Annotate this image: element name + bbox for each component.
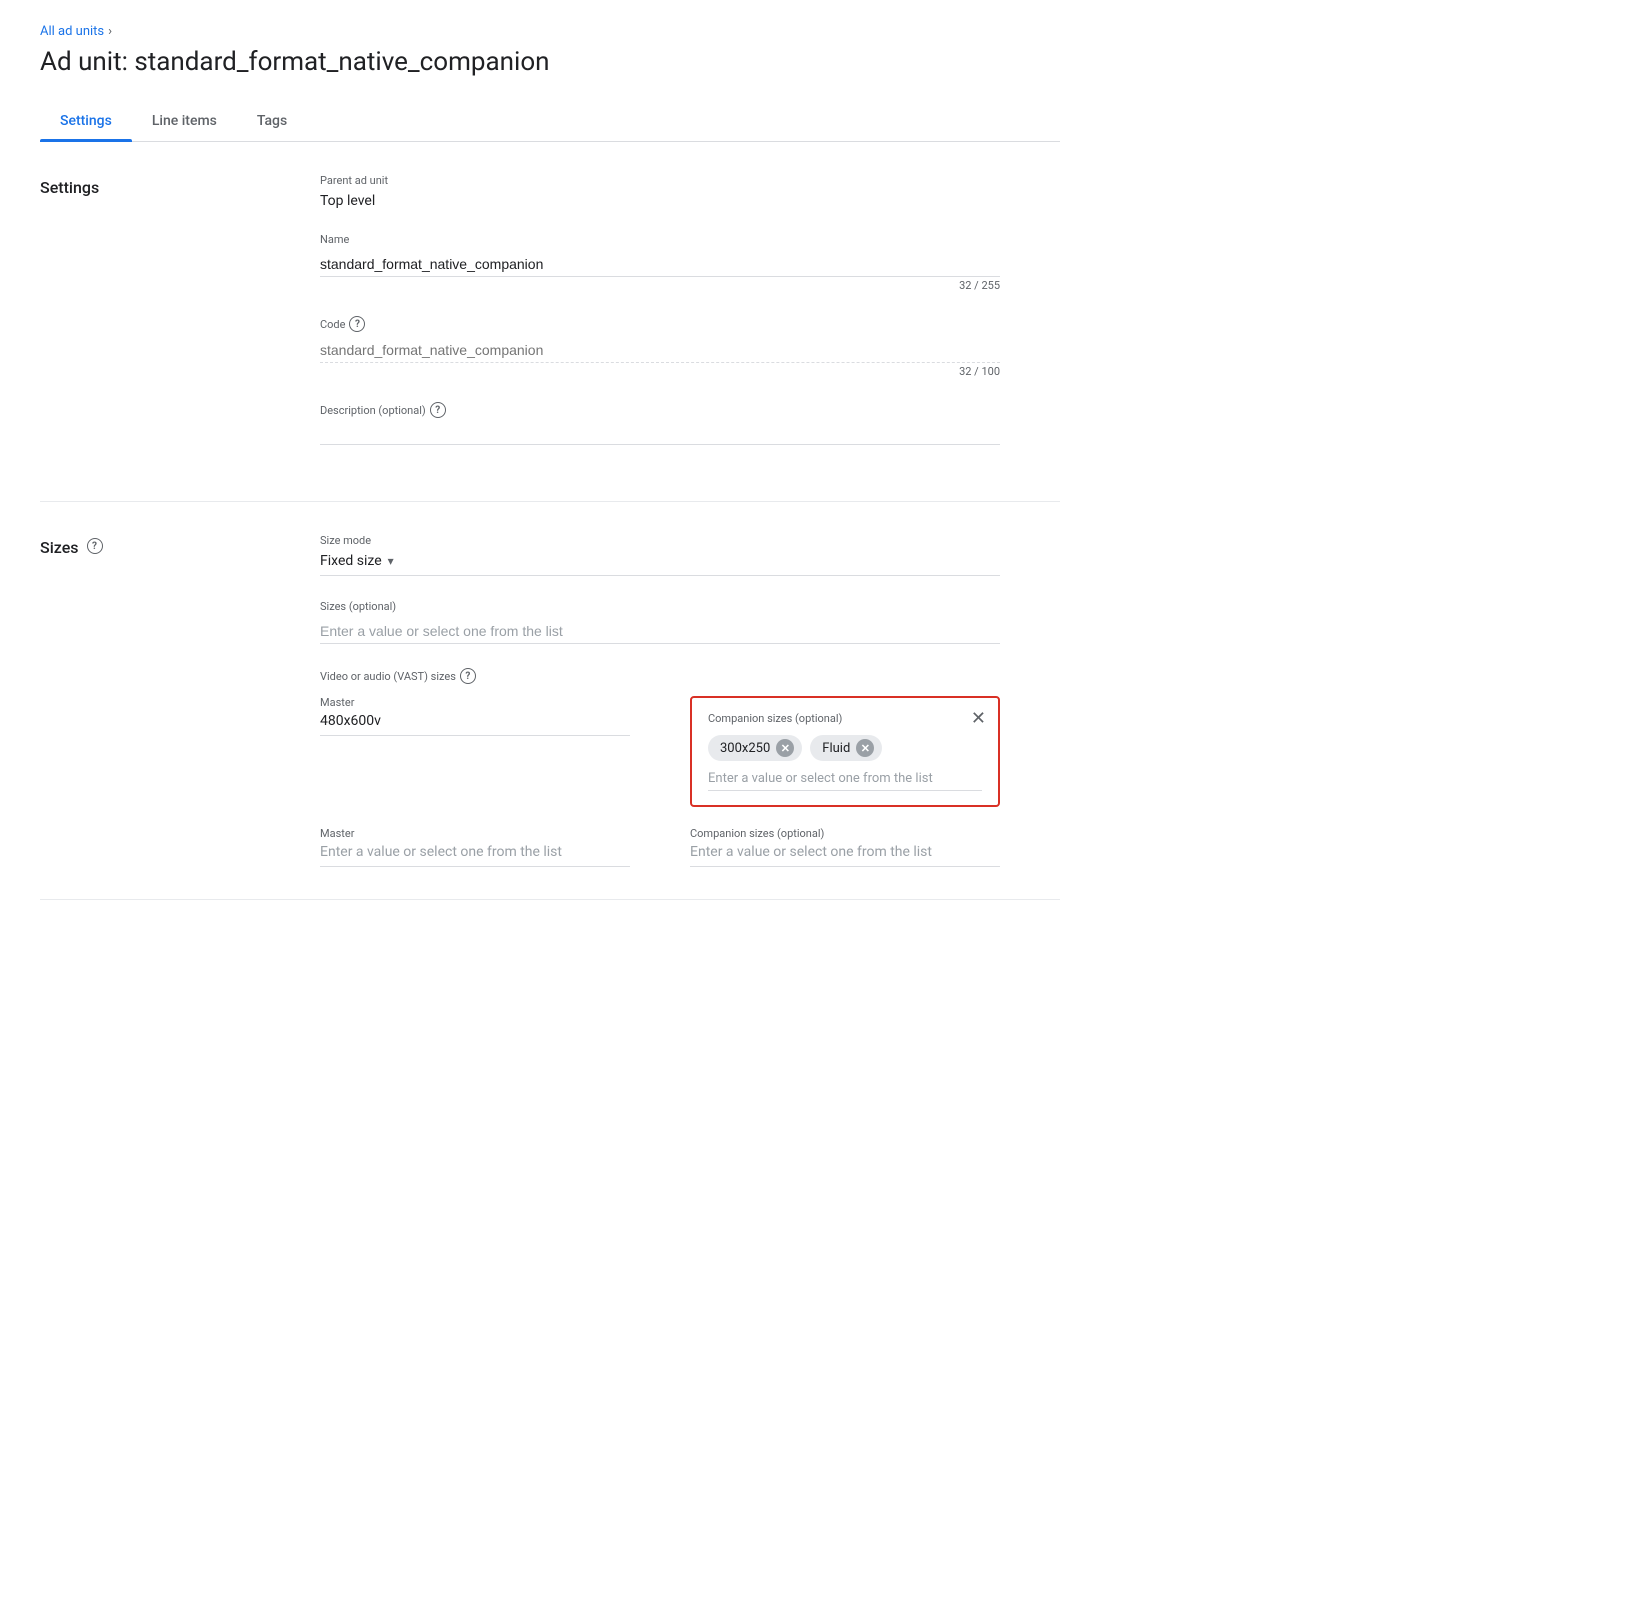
- name-counter: 32 / 255: [320, 279, 1000, 292]
- tag-chip-300x250: 300x250 ✕: [708, 735, 802, 761]
- tab-tags[interactable]: Tags: [237, 101, 307, 141]
- parent-ad-unit-value: Top level: [320, 193, 1000, 209]
- sizes-section: Sizes ? Size mode Fixed size ▾ Sizes (op…: [40, 502, 1060, 900]
- tab-settings[interactable]: Settings: [40, 101, 132, 141]
- sizes-optional-group: Sizes (optional): [320, 600, 1000, 644]
- tag-label-fluid: Fluid: [822, 741, 850, 756]
- settings-label: Settings: [40, 174, 320, 469]
- master-2-label: Master: [320, 827, 630, 840]
- sizes-optional-label: Sizes (optional): [320, 600, 1000, 613]
- code-field-group: Code ? 32 / 100: [320, 316, 1000, 378]
- size-mode-label: Size mode: [320, 534, 1000, 547]
- vast-col-master-1: Master 480x600v: [320, 696, 630, 736]
- settings-section: Settings Parent ad unit Top level Name 3…: [40, 142, 1060, 502]
- sizes-help-icon[interactable]: ?: [87, 538, 103, 554]
- vast-label-row: Video or audio (VAST) sizes ?: [320, 668, 1000, 684]
- description-field-group: Description (optional) ?: [320, 402, 1000, 445]
- vast-row-2: Master Enter a value or select one from …: [320, 827, 1000, 867]
- vast-col-master-2: Master Enter a value or select one from …: [320, 827, 630, 867]
- tag-label-300x250: 300x250: [720, 741, 770, 756]
- vast-col-companion-2: Companion sizes (optional) Enter a value…: [690, 827, 1000, 867]
- breadcrumb: All ad units ›: [40, 24, 1060, 39]
- vast-col-companion-1: Companion sizes (optional) 300x250 ✕ Flu…: [690, 696, 1000, 807]
- name-field-group: Name 32 / 255: [320, 233, 1000, 292]
- master-1-value: 480x600v: [320, 713, 630, 736]
- sizes-label: Sizes ?: [40, 534, 320, 867]
- name-label: Name: [320, 233, 1000, 246]
- vast-row-1: Master 480x600v Companion sizes (optiona…: [320, 696, 1000, 807]
- master-1-label: Master: [320, 696, 630, 709]
- tabs-row: Settings Line items Tags: [40, 101, 1060, 142]
- settings-content: Parent ad unit Top level Name 32 / 255 C…: [320, 174, 1000, 469]
- size-mode-row: Fixed size ▾: [320, 553, 1000, 576]
- tag-remove-fluid[interactable]: ✕: [856, 739, 874, 757]
- code-help-icon[interactable]: ?: [349, 316, 365, 332]
- master-2-input[interactable]: Enter a value or select one from the lis…: [320, 844, 630, 867]
- code-input[interactable]: [320, 338, 1000, 363]
- size-mode-value: Fixed size: [320, 553, 382, 569]
- companion-1-label: Companion sizes (optional): [708, 712, 982, 725]
- vast-section: Video or audio (VAST) sizes ? Master 480…: [320, 668, 1000, 867]
- breadcrumb-link[interactable]: All ad units: [40, 24, 104, 39]
- breadcrumb-chevron-icon: ›: [108, 24, 112, 39]
- sizes-content: Size mode Fixed size ▾ Sizes (optional) …: [320, 534, 1000, 867]
- name-input[interactable]: [320, 252, 1000, 277]
- companion-tags: 300x250 ✕ Fluid ✕: [708, 735, 982, 761]
- sizes-optional-input[interactable]: [320, 619, 1000, 644]
- code-counter: 32 / 100: [320, 365, 1000, 378]
- companion-2-input[interactable]: Enter a value or select one from the lis…: [690, 844, 1000, 867]
- description-help-icon[interactable]: ?: [430, 402, 446, 418]
- parent-ad-unit-label: Parent ad unit: [320, 174, 1000, 187]
- companion-close-icon[interactable]: ✕: [971, 710, 986, 728]
- tag-chip-fluid: Fluid ✕: [810, 735, 882, 761]
- companion-2-label: Companion sizes (optional): [690, 827, 1000, 840]
- size-mode-group: Size mode Fixed size ▾: [320, 534, 1000, 576]
- tab-line-items[interactable]: Line items: [132, 101, 237, 141]
- tag-remove-300x250[interactable]: ✕: [776, 739, 794, 757]
- vast-help-icon[interactable]: ?: [460, 668, 476, 684]
- companion-box: Companion sizes (optional) 300x250 ✕ Flu…: [690, 696, 1000, 807]
- parent-ad-unit-group: Parent ad unit Top level: [320, 174, 1000, 209]
- page-title: Ad unit: standard_format_native_companio…: [40, 47, 1060, 77]
- code-label: Code ?: [320, 316, 1000, 332]
- description-label: Description (optional) ?: [320, 402, 1000, 418]
- companion-input-1[interactable]: Enter a value or select one from the lis…: [708, 771, 982, 791]
- size-mode-dropdown-icon[interactable]: ▾: [388, 554, 394, 568]
